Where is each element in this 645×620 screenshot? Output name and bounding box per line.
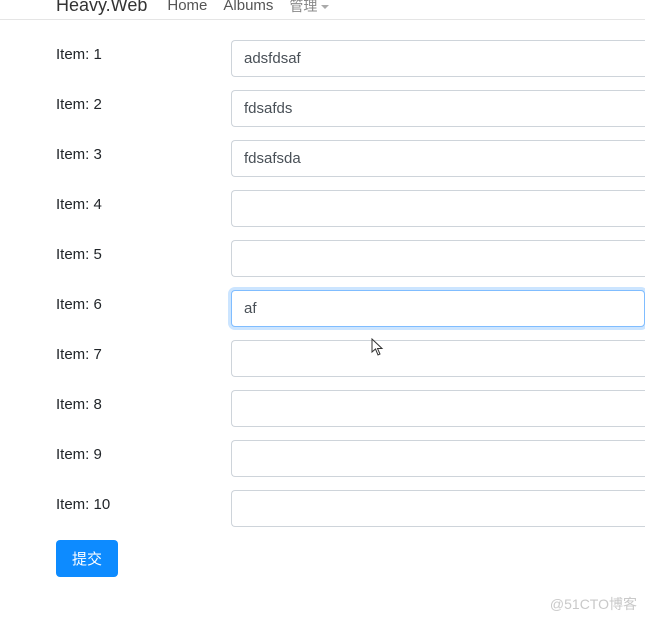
item-input-2[interactable] xyxy=(231,90,645,127)
form-label: Item: 9 xyxy=(56,440,231,463)
form-label: Item: 10 xyxy=(56,490,231,513)
form-row: Item: 10 xyxy=(56,490,645,527)
item-input-4[interactable] xyxy=(231,190,645,227)
item-input-7[interactable] xyxy=(231,340,645,377)
item-input-3[interactable] xyxy=(231,140,645,177)
form-row: Item: 3 xyxy=(56,140,645,177)
form-label: Item: 7 xyxy=(56,340,231,363)
form-row: Item: 1 xyxy=(56,40,645,77)
item-input-8[interactable] xyxy=(231,390,645,427)
nav-link-home[interactable]: Home xyxy=(167,0,207,14)
form: Item: 1 Item: 2 Item: 3 Item: 4 Item: 5 Item:… xyxy=(0,20,645,577)
form-row: Item: 2 xyxy=(56,90,645,127)
item-input-6[interactable] xyxy=(231,290,645,327)
item-input-9[interactable] xyxy=(231,440,645,477)
submit-button[interactable]: 提交 xyxy=(56,540,118,577)
form-label: Item: 5 xyxy=(56,240,231,263)
item-input-10[interactable] xyxy=(231,490,645,527)
form-row: Item: 4 xyxy=(56,190,645,227)
form-label: Item: 4 xyxy=(56,190,231,213)
form-label: Item: 1 xyxy=(56,40,231,63)
nav-dropdown-manage[interactable]: 管理 xyxy=(289,0,329,16)
navbar: Heavy.Web Home Albums 管理 xyxy=(0,0,645,20)
form-row: Item: 6 xyxy=(56,290,645,327)
form-row: Item: 5 xyxy=(56,240,645,277)
form-label: Item: 6 xyxy=(56,290,231,313)
item-input-5[interactable] xyxy=(231,240,645,277)
chevron-down-icon xyxy=(321,5,329,9)
item-input-1[interactable] xyxy=(231,40,645,77)
form-row: Item: 9 xyxy=(56,440,645,477)
nav-link-albums[interactable]: Albums xyxy=(223,0,273,14)
watermark: @51CTO博客 xyxy=(550,594,637,614)
nav-dropdown-label: 管理 xyxy=(289,0,317,16)
form-label: Item: 2 xyxy=(56,90,231,113)
form-row: Item: 7 xyxy=(56,340,645,377)
form-label: Item: 8 xyxy=(56,390,231,413)
form-row: Item: 8 xyxy=(56,390,645,427)
brand[interactable]: Heavy.Web xyxy=(56,0,147,16)
form-label: Item: 3 xyxy=(56,140,231,163)
